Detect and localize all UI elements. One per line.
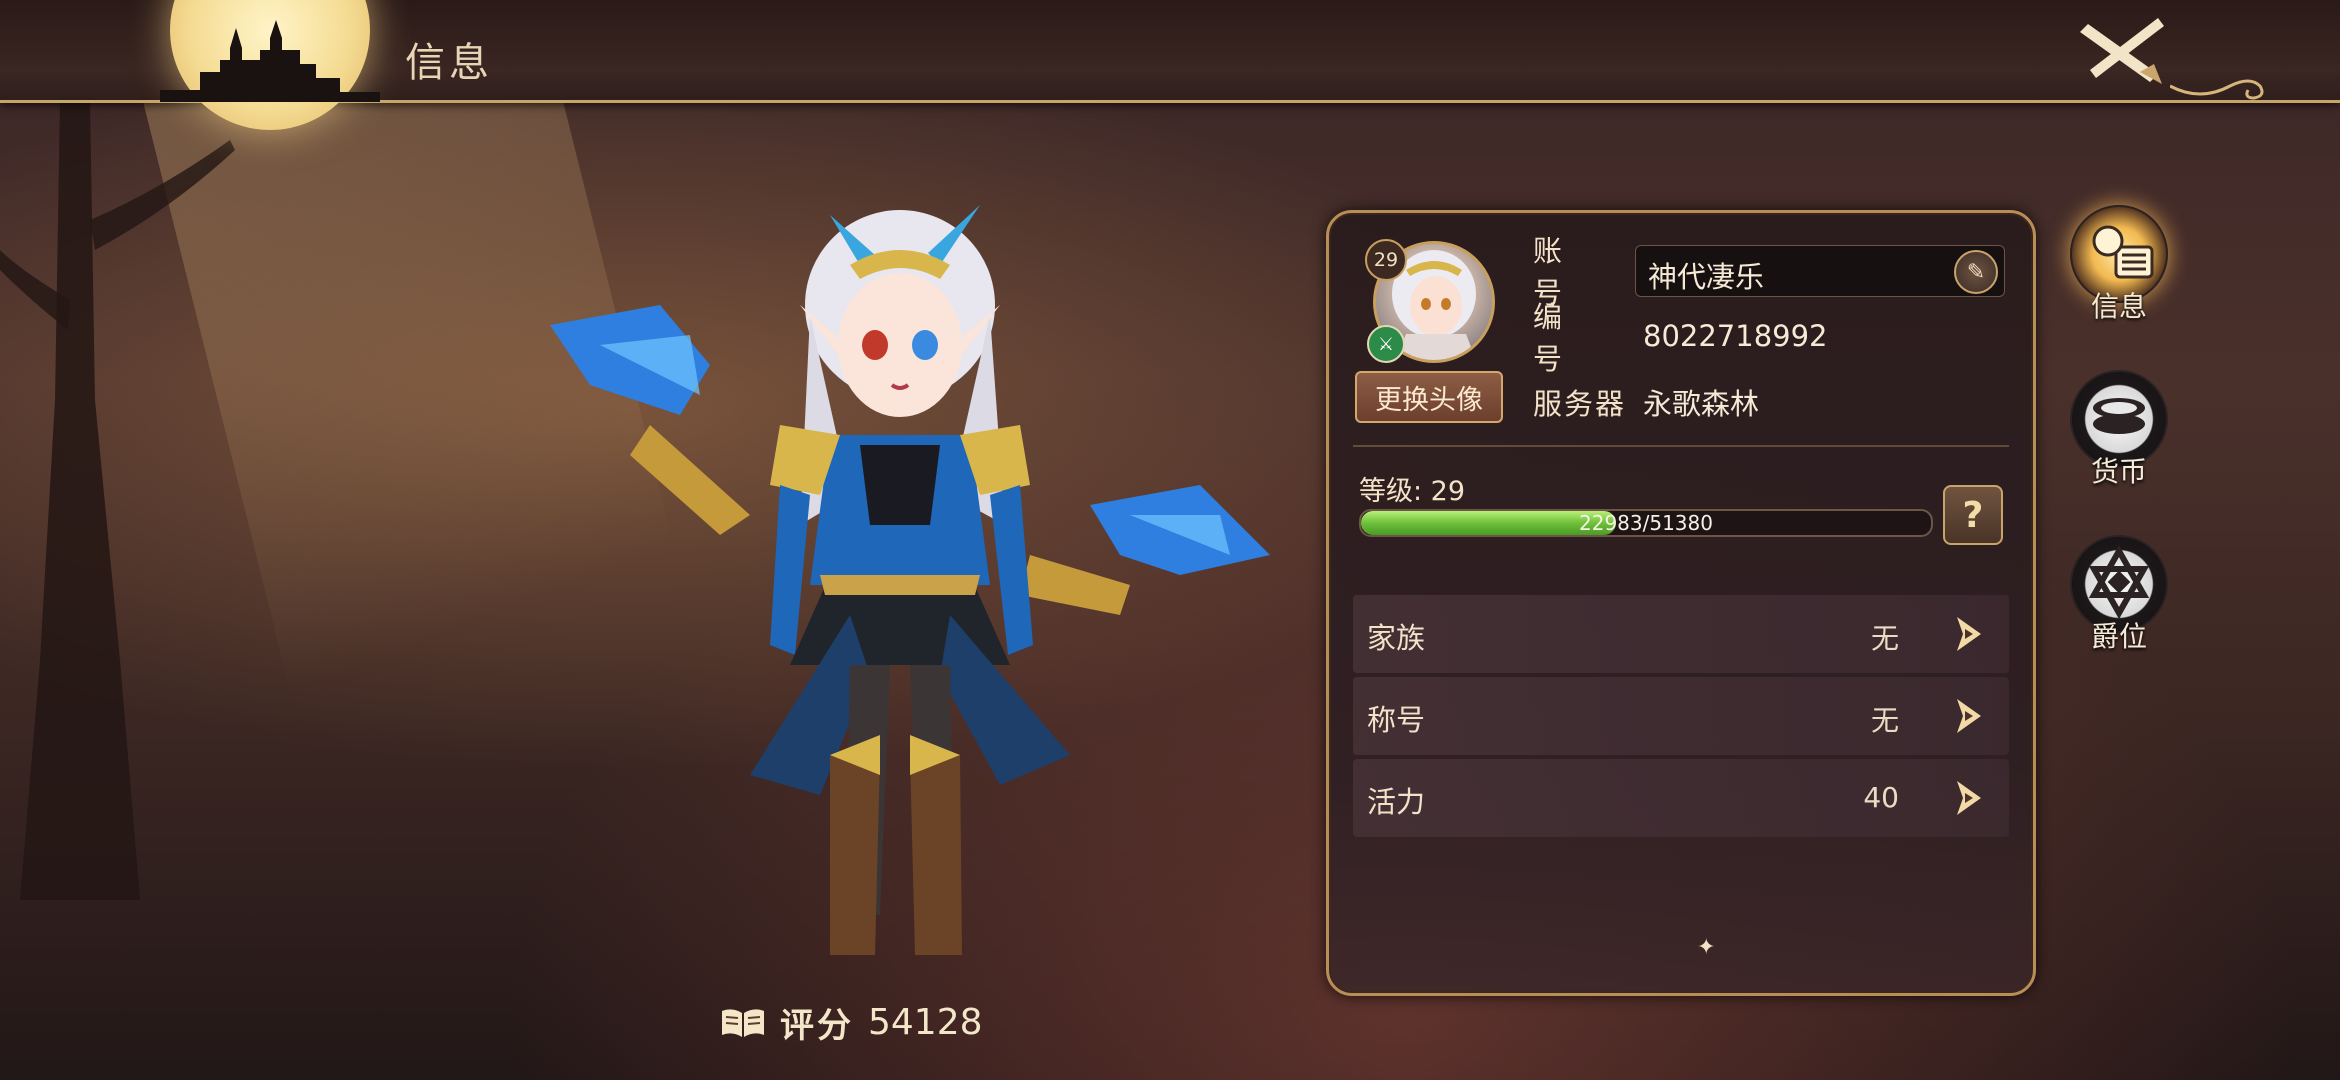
sparkle-icon: ✦ bbox=[1697, 935, 1716, 960]
id-value: 8022718992 bbox=[1643, 319, 1828, 353]
id-label: 编 号 bbox=[1533, 300, 1585, 376]
tree-silhouette bbox=[0, 100, 235, 900]
menu-value: 无 bbox=[1870, 622, 1899, 655]
menu-value: 40 bbox=[1863, 781, 1899, 814]
chevron-right-icon bbox=[1957, 617, 1981, 651]
server-label: 服务器 bbox=[1533, 387, 1627, 421]
tab-currency[interactable]: 货币 bbox=[2064, 370, 2174, 490]
top-bar: 信息 bbox=[0, 0, 2340, 130]
class-icon: ⚔ bbox=[1367, 325, 1405, 363]
account-row: 账 号 bbox=[1533, 234, 1643, 310]
edit-feather-icon[interactable]: ✎ bbox=[1954, 250, 1998, 294]
power-score: 评分 54128 bbox=[720, 995, 983, 1049]
help-button[interactable]: ? bbox=[1943, 485, 2003, 545]
divider bbox=[1353, 445, 2009, 447]
tab-label: 货币 bbox=[2090, 455, 2147, 488]
ornament-swirl bbox=[2170, 79, 2264, 100]
account-value: 神代凄乐 bbox=[1648, 260, 1765, 294]
avatar-wrapper[interactable]: 29 ⚔ bbox=[1365, 239, 1495, 363]
castle-icon bbox=[160, 20, 380, 102]
server-row: 服务器 永歌森林 bbox=[1533, 377, 1759, 427]
account-field[interactable]: 神代凄乐 ✎ bbox=[1635, 245, 2005, 297]
book-icon bbox=[722, 1009, 764, 1037]
chevron-right-icon bbox=[1957, 781, 1981, 815]
menu-label: 称号 bbox=[1367, 703, 1426, 737]
close-icon[interactable] bbox=[2070, 12, 2170, 92]
menu-label: 家族 bbox=[1367, 621, 1426, 655]
level-label: 等级: 29 bbox=[1359, 476, 1466, 507]
exp-text: 22983/51380 bbox=[1579, 511, 1713, 535]
menu-row-family[interactable]: 家族 无 bbox=[1353, 595, 2009, 673]
info-panel: 29 ⚔ 更换头像 账 号 神代凄乐 ✎ 编 号 8022718992 服务器 … bbox=[1326, 210, 2036, 996]
menu-value: 无 bbox=[1870, 704, 1899, 737]
exp-bar: 22983/51380 bbox=[1359, 509, 1933, 537]
menu-label: 活力 bbox=[1367, 785, 1426, 819]
score-value: 54128 bbox=[868, 1001, 983, 1043]
page-title: 信息 bbox=[405, 40, 493, 86]
avatar-level-badge: 29 bbox=[1365, 239, 1407, 281]
menu-row-vitality[interactable]: 活力 40 bbox=[1353, 759, 2009, 837]
tab-info[interactable]: 信息 bbox=[2064, 205, 2174, 325]
character-model[interactable] bbox=[530, 195, 1280, 985]
score-label: 评分 bbox=[780, 1005, 854, 1046]
change-avatar-button[interactable]: 更换头像 bbox=[1355, 371, 1503, 423]
server-value: 永歌森林 bbox=[1643, 387, 1760, 421]
id-row: 编 号 8022718992 bbox=[1533, 300, 1828, 376]
tab-rank[interactable]: 爵位 bbox=[2064, 535, 2174, 655]
tab-label: 信息 bbox=[2090, 290, 2147, 323]
menu-row-title[interactable]: 称号 无 bbox=[1353, 677, 2009, 755]
chevron-right-icon bbox=[1957, 699, 1981, 733]
tab-label: 爵位 bbox=[2090, 620, 2147, 653]
